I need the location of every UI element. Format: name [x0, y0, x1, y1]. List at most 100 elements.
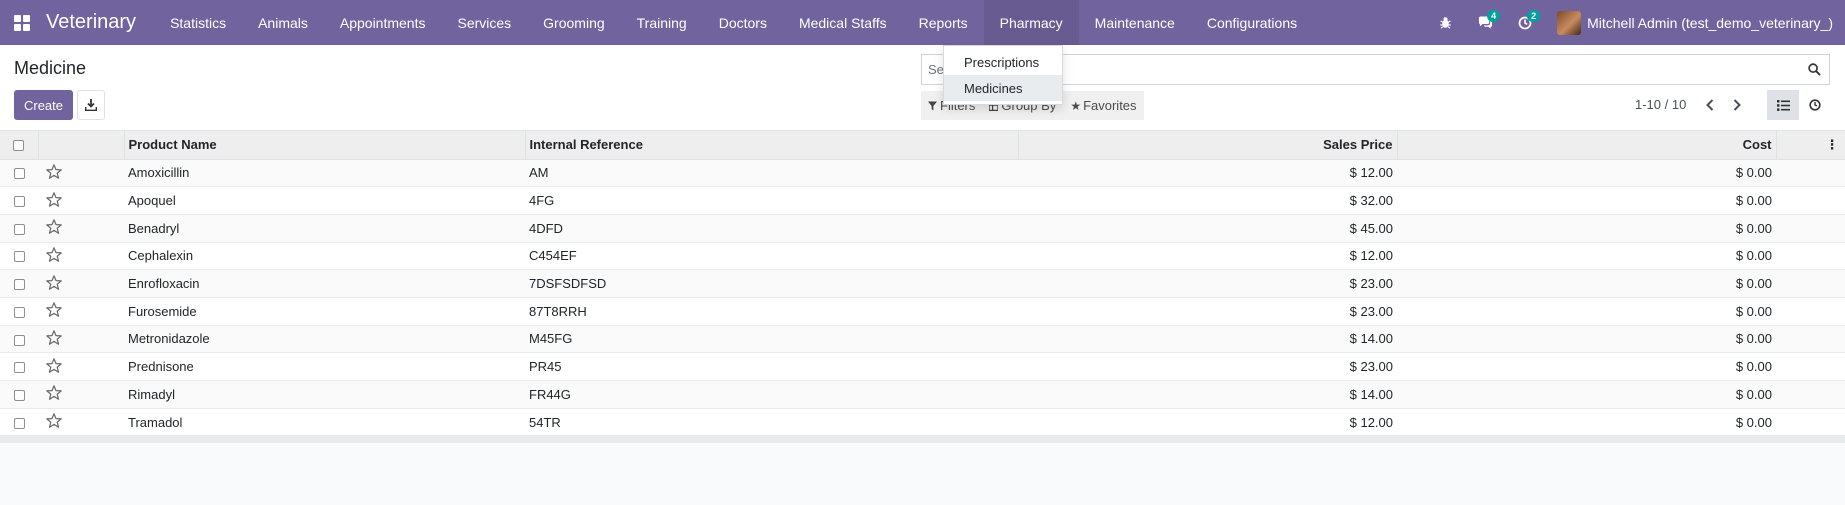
favorite-star-icon[interactable] [38, 242, 124, 271]
cell-cost: $ 0.00 [1397, 269, 1776, 298]
app-brand[interactable]: Veterinary [46, 11, 136, 34]
download-icon [85, 99, 97, 111]
activity-view-icon[interactable] [1799, 90, 1831, 120]
favorite-star-icon[interactable] [38, 380, 124, 409]
pager: 1-10 / 10 [1635, 97, 1750, 112]
favorite-star-icon[interactable] [38, 297, 124, 326]
menu-item-statistics[interactable]: Statistics [154, 0, 242, 45]
menu-item-maintenance[interactable]: Maintenance [1079, 0, 1191, 45]
table-row[interactable]: Rimadyl FR44G $ 14.00 $ 0.00 [0, 380, 1845, 409]
cell-sales-price: $ 12.00 [1018, 159, 1397, 188]
optional-columns-toggle[interactable]: ⋮ [1776, 131, 1845, 160]
menu-item-appointments[interactable]: Appointments [324, 0, 442, 45]
create-button[interactable]: Create [14, 90, 73, 120]
row-checkbox[interactable] [0, 214, 38, 243]
select-all-checkbox[interactable] [0, 131, 39, 160]
activities-button[interactable]: 2 [1505, 0, 1545, 45]
cell-internal-reference: 4FG [525, 186, 1018, 215]
cell-product-name: Tramadol [124, 408, 525, 437]
debug-bug-icon[interactable] [1425, 0, 1465, 45]
favorite-star-icon[interactable] [38, 214, 124, 243]
cell-product-name: Enrofloxacin [124, 269, 525, 298]
user-name: Mitchell Admin (test_demo_veterinary_) [1587, 14, 1833, 31]
cell-cost: $ 0.00 [1397, 297, 1776, 326]
cell-cost: $ 0.00 [1397, 380, 1776, 409]
favorite-star-icon[interactable] [38, 408, 124, 437]
row-checkbox[interactable] [0, 159, 38, 188]
menu-item-training[interactable]: Training [621, 0, 703, 45]
menu-item-reports[interactable]: Reports [903, 0, 984, 45]
menu-item-animals[interactable]: Animals [242, 0, 324, 45]
row-checkbox[interactable] [0, 242, 38, 271]
favorite-column-header [38, 131, 125, 160]
menu-item-medical-staffs[interactable]: Medical Staffs [783, 0, 903, 45]
table-row[interactable]: Prednisone PR45 $ 23.00 $ 0.00 [0, 352, 1845, 381]
table-row[interactable]: Furosemide 87T8RRH $ 23.00 $ 0.00 [0, 297, 1845, 326]
menu-item-doctors[interactable]: Doctors [703, 0, 783, 45]
table-row[interactable]: Amoxicillin AM $ 12.00 $ 0.00 [0, 159, 1845, 188]
table-row[interactable]: Metronidazole M45FG $ 14.00 $ 0.00 [0, 325, 1845, 354]
row-checkbox[interactable] [0, 325, 38, 354]
favorite-star-icon[interactable] [38, 269, 124, 298]
cell-spacer [1776, 186, 1845, 215]
table-row[interactable]: Cephalexin C454EF $ 12.00 $ 0.00 [0, 242, 1845, 271]
table-row[interactable]: Enrofloxacin 7DSFSDFSD $ 23.00 $ 0.00 [0, 269, 1845, 298]
favorite-star-icon[interactable] [38, 352, 124, 381]
messages-button[interactable]: 4 [1465, 0, 1505, 45]
table-row[interactable]: Benadryl 4DFD $ 45.00 $ 0.00 [0, 214, 1845, 243]
menu-item-configurations[interactable]: Configurations [1191, 0, 1313, 45]
page-title: Medicine [14, 58, 87, 78]
column-header-product-name[interactable]: Product Name [124, 131, 526, 160]
menu-item-pharmacy[interactable]: Pharmacy [983, 0, 1079, 45]
export-button[interactable] [77, 90, 105, 120]
pager-previous-icon[interactable] [1696, 98, 1723, 111]
column-header-cost[interactable]: Cost [1397, 131, 1777, 160]
favorite-star-icon[interactable] [38, 186, 124, 215]
search-icon[interactable] [1799, 63, 1829, 76]
cell-cost: $ 0.00 [1397, 159, 1776, 188]
row-checkbox[interactable] [0, 186, 38, 215]
control-panel: Medicine Create Filters Group By ★ Favor… [0, 45, 1845, 131]
cell-cost: $ 0.00 [1397, 214, 1776, 243]
column-header-sales-price[interactable]: Sales Price [1018, 131, 1398, 160]
cell-spacer [1776, 214, 1845, 243]
cell-sales-price: $ 14.00 [1018, 380, 1397, 409]
row-checkbox[interactable] [0, 352, 38, 381]
menu-item-grooming[interactable]: Grooming [527, 0, 620, 45]
list-view-icon[interactable] [1767, 90, 1799, 120]
column-header-internal-reference[interactable]: Internal Reference [525, 131, 1019, 160]
cell-product-name: Metronidazole [124, 325, 525, 354]
cell-cost: $ 0.00 [1397, 352, 1776, 381]
user-menu[interactable]: Mitchell Admin (test_demo_veterinary_) [1557, 10, 1833, 35]
table-row[interactable]: Apoquel 4FG $ 32.00 $ 0.00 [0, 186, 1845, 215]
favorite-star-icon[interactable] [38, 325, 124, 354]
row-checkbox[interactable] [0, 408, 38, 437]
cell-internal-reference: FR44G [525, 380, 1018, 409]
messages-count-badge: 4 [1487, 10, 1501, 22]
pager-next-icon[interactable] [1723, 98, 1750, 111]
vertical-ellipsis-icon: ⋮ [1825, 136, 1839, 152]
dropdown-item-medicines[interactable]: Medicines [944, 75, 1062, 101]
cell-sales-price: $ 32.00 [1018, 186, 1397, 215]
table-body: Amoxicillin AM $ 12.00 $ 0.00 Apoquel 4F… [0, 159, 1845, 437]
systray: 4 2 Mitchell Admin (test_demo_veterinary… [1425, 0, 1845, 45]
row-checkbox[interactable] [0, 380, 38, 409]
table-header-row: Product Name Internal Reference Sales Pr… [0, 131, 1845, 160]
dropdown-item-prescriptions[interactable]: Prescriptions [944, 49, 1062, 75]
favorites-button[interactable]: ★ Favorites [1063, 91, 1144, 120]
row-checkbox[interactable] [0, 297, 38, 326]
favorite-star-icon[interactable] [38, 159, 124, 188]
top-navbar: Veterinary Statistics Animals Appointmen… [0, 0, 1845, 45]
main-menu: Statistics Animals Appointments Services… [154, 0, 1313, 45]
pager-value[interactable]: 1-10 / 10 [1635, 97, 1686, 112]
table-row[interactable]: Tramadol 54TR $ 12.00 $ 0.00 [0, 408, 1845, 437]
app-switcher-icon[interactable] [0, 0, 44, 45]
cell-internal-reference: 7DSFSDFSD [525, 269, 1018, 298]
row-checkbox[interactable] [0, 269, 38, 298]
cell-product-name: Amoxicillin [124, 159, 525, 188]
cell-sales-price: $ 23.00 [1018, 352, 1397, 381]
cell-product-name: Furosemide [124, 297, 525, 326]
menu-item-services[interactable]: Services [441, 0, 527, 45]
favorites-label: Favorites [1083, 98, 1137, 113]
star-icon: ★ [1070, 98, 1082, 113]
